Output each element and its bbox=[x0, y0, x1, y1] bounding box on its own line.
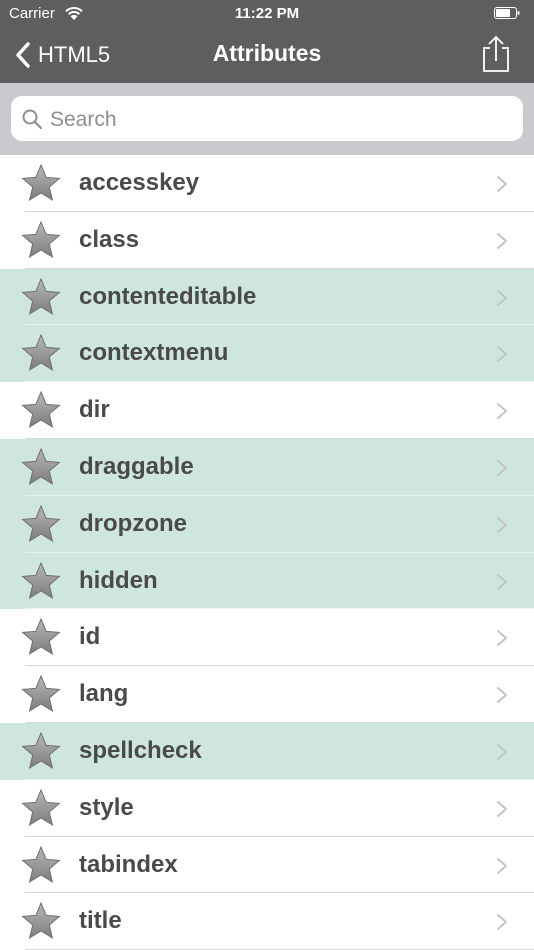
page-title: Attributes bbox=[212, 40, 322, 66]
chevron-right-icon bbox=[497, 232, 507, 249]
star-icon[interactable] bbox=[20, 731, 62, 771]
chevron-right-icon bbox=[497, 857, 507, 874]
list-item-label: lang bbox=[79, 680, 129, 708]
status-bar: Carrier 11:22 PM bbox=[0, 0, 534, 28]
star-icon[interactable] bbox=[20, 845, 62, 885]
chevron-right-icon bbox=[497, 176, 507, 192]
star-icon[interactable] bbox=[20, 674, 62, 714]
list-item-label: title bbox=[79, 907, 122, 935]
list-item-label: spellcheck bbox=[79, 736, 202, 764]
list-item-label: dir bbox=[79, 396, 110, 424]
list-item-label: accesskey bbox=[79, 169, 200, 196]
list-item[interactable]: tabindex bbox=[0, 837, 534, 894]
search-icon bbox=[22, 109, 43, 130]
list-item-label: contextmenu bbox=[79, 339, 229, 367]
search-input[interactable] bbox=[48, 96, 512, 143]
list-item[interactable]: title bbox=[0, 893, 534, 950]
list-item[interactable]: contextmenu bbox=[0, 325, 534, 383]
list-item[interactable]: style bbox=[0, 780, 534, 837]
list-item[interactable]: spellcheck bbox=[0, 722, 534, 780]
list-item[interactable]: dir bbox=[0, 382, 534, 439]
list-item-label: id bbox=[79, 623, 101, 651]
star-icon[interactable] bbox=[20, 277, 62, 317]
star-icon[interactable] bbox=[20, 617, 62, 657]
star-icon[interactable] bbox=[20, 390, 62, 430]
star-icon[interactable] bbox=[20, 561, 62, 601]
chevron-right-icon bbox=[497, 914, 507, 931]
star-icon[interactable] bbox=[20, 504, 62, 544]
chevron-right-icon bbox=[497, 630, 507, 647]
share-icon[interactable] bbox=[479, 35, 513, 73]
list-item-label: hidden bbox=[79, 566, 158, 594]
list-item-label: contenteditable bbox=[79, 282, 257, 310]
search-field[interactable] bbox=[11, 96, 523, 143]
battery-icon bbox=[494, 7, 520, 19]
list-item[interactable]: id bbox=[0, 609, 534, 667]
search-bar bbox=[0, 83, 534, 155]
list-item[interactable]: class bbox=[0, 212, 534, 269]
list-item-label: dropzone bbox=[79, 509, 187, 537]
list-item[interactable]: lang bbox=[0, 666, 534, 723]
list-item-label: style bbox=[79, 793, 134, 821]
status-time: 11:22 PM bbox=[234, 5, 300, 22]
star-icon[interactable] bbox=[20, 220, 62, 260]
list-item[interactable]: dropzone bbox=[0, 495, 534, 553]
list-item[interactable]: accesskey bbox=[0, 155, 534, 212]
chevron-right-icon bbox=[497, 403, 507, 420]
list-item-label: draggable bbox=[79, 452, 194, 480]
list-item[interactable]: hidden bbox=[0, 552, 534, 610]
chevron-right-icon bbox=[497, 743, 507, 760]
list-item[interactable]: draggable bbox=[0, 438, 534, 496]
star-icon[interactable] bbox=[20, 447, 62, 487]
chevron-right-icon bbox=[497, 459, 507, 476]
chevron-right-icon bbox=[497, 687, 507, 704]
chevron-right-icon bbox=[497, 346, 507, 363]
star-icon[interactable] bbox=[20, 333, 62, 373]
attribute-list: accesskey class contenteditable contextmenu… bbox=[0, 155, 534, 950]
list-item[interactable]: contenteditable bbox=[0, 268, 534, 326]
list-item-label: tabindex bbox=[79, 850, 178, 878]
chevron-right-icon bbox=[497, 573, 507, 590]
chevron-right-icon bbox=[497, 800, 507, 817]
star-icon[interactable] bbox=[20, 901, 62, 941]
star-icon[interactable] bbox=[20, 788, 62, 828]
chevron-right-icon bbox=[497, 289, 507, 306]
star-icon[interactable] bbox=[20, 163, 62, 203]
navigation-bar: HTML5 Attributes bbox=[0, 28, 534, 83]
list-item-label: class bbox=[79, 225, 140, 253]
chevron-right-icon bbox=[497, 516, 507, 533]
